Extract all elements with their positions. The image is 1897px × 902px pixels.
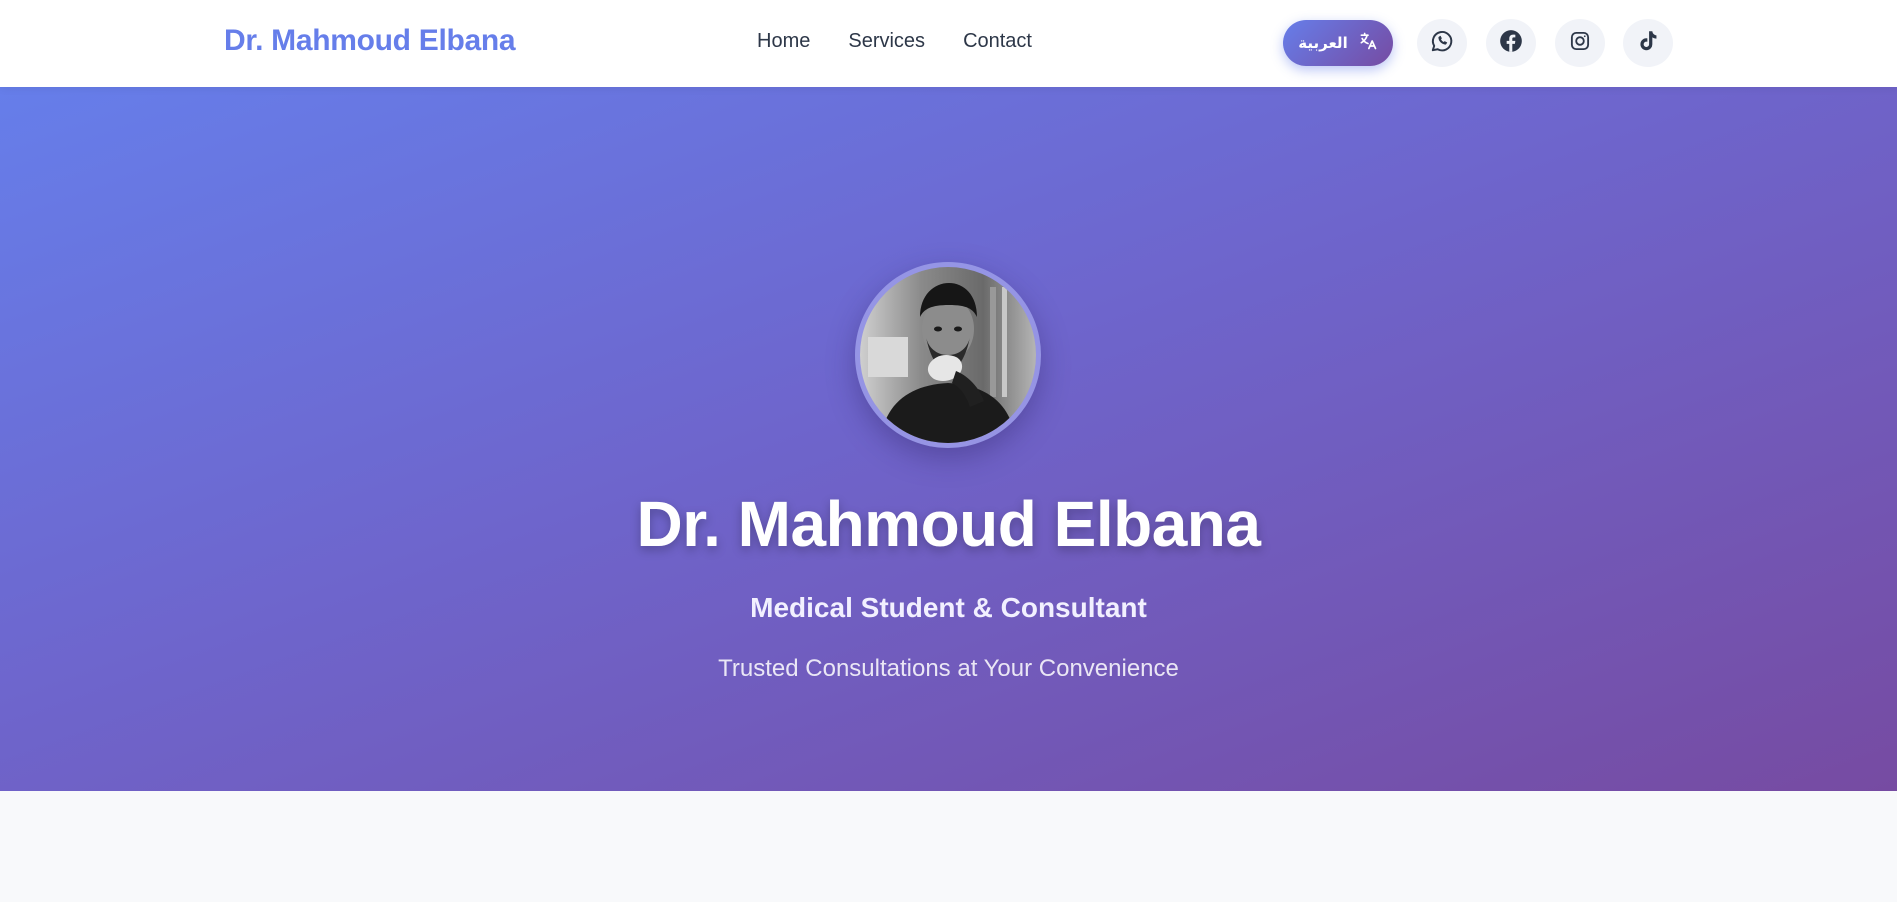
instagram-link[interactable]	[1555, 19, 1605, 67]
nav-services-link[interactable]: Services	[848, 30, 925, 53]
language-toggle-button[interactable]: العربية	[1283, 20, 1393, 66]
whatsapp-link[interactable]	[1417, 19, 1467, 67]
hero-title: Dr. Mahmoud Elbana	[636, 488, 1261, 560]
whatsapp-icon	[1429, 28, 1455, 59]
translate-icon	[1358, 31, 1378, 55]
facebook-icon	[1498, 28, 1524, 59]
hero-section: Dr. Mahmoud Elbana Medical Student & Con…	[0, 87, 1897, 791]
facebook-link[interactable]	[1486, 19, 1536, 67]
brand-logo-text[interactable]: Dr. Mahmoud Elbana	[224, 24, 516, 58]
nav-contact-link[interactable]: Contact	[963, 30, 1032, 53]
content-section	[0, 791, 1897, 902]
language-button-label: العربية	[1298, 34, 1348, 52]
tiktok-icon	[1635, 28, 1661, 59]
main-nav: Home Services Contact	[757, 30, 1032, 53]
tiktok-link[interactable]	[1623, 19, 1673, 67]
avatar	[855, 262, 1041, 448]
hero-tagline: Trusted Consultations at Your Convenienc…	[718, 655, 1179, 682]
navbar: Dr. Mahmoud Elbana Home Services Contact…	[0, 0, 1897, 87]
profile-photo	[860, 267, 1036, 443]
hero-subtitle: Medical Student & Consultant	[750, 592, 1147, 623]
nav-home-link[interactable]: Home	[757, 30, 810, 53]
instagram-icon	[1567, 28, 1593, 59]
